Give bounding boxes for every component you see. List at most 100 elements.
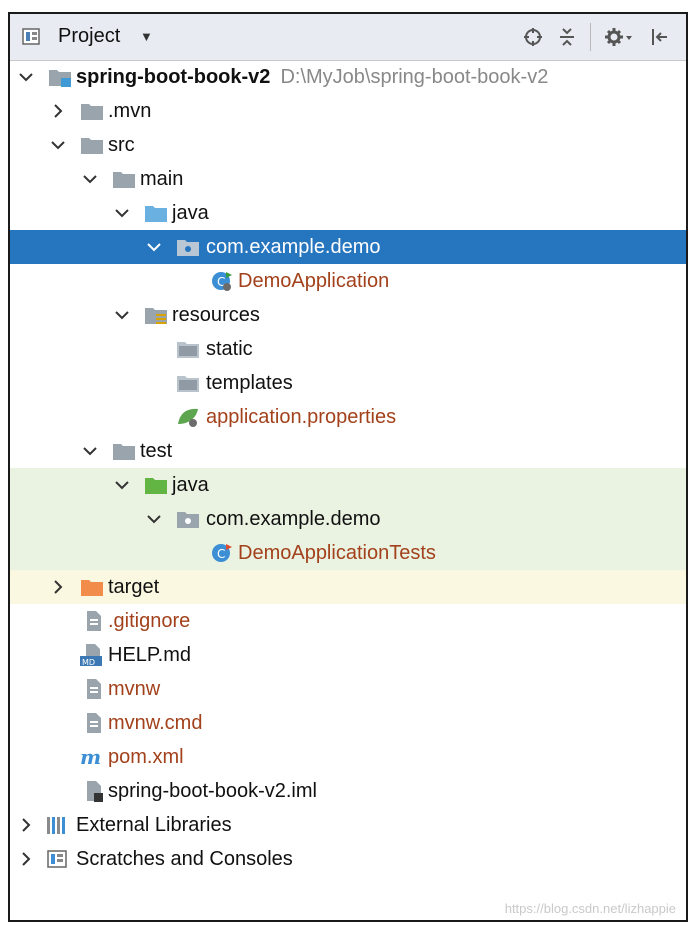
scratches-icon	[46, 848, 70, 870]
test-java-label: java	[172, 474, 209, 496]
folder-icon	[112, 440, 136, 462]
tree-row-target[interactable]: target	[10, 570, 686, 604]
iml-label: spring-boot-book-v2.iml	[108, 780, 317, 802]
tree-row-static[interactable]: static	[10, 332, 686, 366]
chevron-right-icon[interactable]	[48, 101, 68, 121]
tree-row-gitignore[interactable]: .gitignore	[10, 604, 686, 638]
tree-row-resources[interactable]: resources	[10, 298, 686, 332]
templates-label: templates	[206, 372, 293, 394]
root-path-label: D:\MyJob\spring-boot-book-v2	[280, 66, 549, 88]
chevron-down-icon[interactable]	[112, 475, 132, 495]
help-md-label: HELP.md	[108, 644, 192, 666]
pom-xml-label: pom.xml	[108, 746, 184, 768]
tree-row-demo-application[interactable]: C DemoApplication	[10, 264, 686, 298]
project-tool-window: Project ▼ spring-boot-book-v2 D:\MyJob\s…	[8, 12, 688, 922]
svg-text:m: m	[80, 746, 101, 768]
module-file-icon	[82, 780, 106, 802]
chevron-down-icon[interactable]	[80, 441, 100, 461]
svg-text:MD: MD	[82, 658, 95, 666]
static-label: static	[206, 338, 253, 360]
tree-row-templates[interactable]: templates	[10, 366, 686, 400]
collapse-all-icon[interactable]	[554, 24, 580, 50]
tree-row-src[interactable]: src	[10, 128, 686, 162]
tree-row-test-package[interactable]: com.example.demo	[10, 502, 686, 536]
test-package-label: com.example.demo	[206, 508, 381, 530]
test-label: test	[140, 440, 173, 462]
folder-icon	[80, 100, 104, 122]
demo-application-label: DemoApplication	[238, 270, 390, 292]
folder-icon	[112, 168, 136, 190]
mvnw-cmd-label: mvnw.cmd	[108, 712, 203, 734]
hide-panel-icon[interactable]	[646, 24, 672, 50]
locate-icon[interactable]	[520, 24, 546, 50]
libraries-icon	[46, 814, 70, 836]
test-class-icon: C	[210, 542, 234, 564]
main-java-label: java	[172, 202, 209, 224]
root-module-label: spring-boot-book-v2 D:\MyJob\spring-boot-…	[76, 66, 549, 88]
tree-row-iml[interactable]: spring-boot-book-v2.iml	[10, 774, 686, 808]
test-source-folder-icon	[144, 474, 168, 496]
text-file-icon	[82, 610, 106, 632]
folder-icon	[80, 134, 104, 156]
tree-row-scratches[interactable]: Scratches and Consoles	[10, 842, 686, 876]
target-label: target	[108, 576, 160, 598]
text-file-icon	[82, 678, 106, 700]
chevron-down-icon[interactable]	[144, 509, 164, 529]
tree-row-mvnw-cmd[interactable]: mvnw.cmd	[10, 706, 686, 740]
tree-row-external-libraries[interactable]: External Libraries	[10, 808, 686, 842]
scratches-label: Scratches and Consoles	[76, 848, 293, 870]
main-package-label: com.example.demo	[206, 236, 381, 258]
tree-row-main-java[interactable]: java	[10, 196, 686, 230]
main-label: main	[140, 168, 184, 190]
markdown-file-icon: MD	[80, 644, 104, 667]
external-libraries-label: External Libraries	[76, 814, 232, 836]
tree-row-root[interactable]: spring-boot-book-v2 D:\MyJob\spring-boot-…	[10, 60, 686, 94]
tree-row-pom-xml[interactable]: m pom.xml	[10, 740, 686, 774]
demo-application-tests-label: DemoApplicationTests	[238, 542, 436, 564]
src-label: src	[108, 134, 135, 156]
resources-folder-icon	[144, 304, 168, 326]
text-file-icon	[82, 712, 106, 734]
tree-row-help-md[interactable]: MD HELP.md	[10, 638, 686, 672]
tree-row-test-java[interactable]: java	[10, 468, 686, 502]
spring-boot-class-icon: C	[210, 270, 234, 292]
tree-row-main[interactable]: main	[10, 162, 686, 196]
gear-icon[interactable]	[602, 24, 636, 50]
mvnw-label: mvnw	[108, 678, 161, 700]
excluded-folder-icon	[80, 576, 104, 598]
tree-row-main-package[interactable]: com.example.demo	[10, 230, 686, 264]
tree-row-demo-application-tests[interactable]: C DemoApplicationTests	[10, 536, 686, 570]
watermark: https://blog.csdn.net/lizhappie	[504, 901, 676, 916]
chevron-down-icon[interactable]	[16, 67, 36, 87]
mvn-label: .mvn	[108, 100, 152, 122]
chevron-right-icon[interactable]	[16, 849, 36, 869]
package-icon	[176, 508, 200, 530]
chevron-down-icon[interactable]	[112, 305, 132, 325]
project-icon	[22, 27, 44, 47]
spring-properties-icon	[176, 406, 200, 428]
chevron-right-icon[interactable]	[48, 577, 68, 597]
tree-row-application-properties[interactable]: application.properties	[10, 400, 686, 434]
folder-icon	[176, 338, 200, 360]
chevron-down-icon[interactable]	[48, 135, 68, 155]
package-icon	[176, 236, 200, 258]
tree-row-mvnw[interactable]: mvnw	[10, 672, 686, 706]
tree-row-mvn[interactable]: .mvn	[10, 94, 686, 128]
folder-icon	[176, 372, 200, 394]
toolbar-separator	[590, 23, 591, 51]
chevron-down-icon[interactable]	[144, 237, 164, 257]
source-folder-icon	[144, 202, 168, 224]
resources-label: resources	[172, 304, 260, 326]
view-dropdown-caret[interactable]: ▼	[140, 29, 153, 44]
gitignore-label: .gitignore	[108, 610, 191, 632]
application-properties-label: application.properties	[206, 406, 397, 428]
tree-row-test[interactable]: test	[10, 434, 686, 468]
svg-text:C: C	[217, 547, 225, 561]
chevron-down-icon[interactable]	[112, 203, 132, 223]
chevron-right-icon[interactable]	[16, 815, 36, 835]
chevron-down-icon[interactable]	[80, 169, 100, 189]
module-folder-icon	[48, 66, 72, 88]
project-panel-header: Project ▼	[10, 14, 686, 61]
project-view-title[interactable]: Project	[58, 25, 120, 48]
maven-icon: m	[80, 745, 104, 769]
